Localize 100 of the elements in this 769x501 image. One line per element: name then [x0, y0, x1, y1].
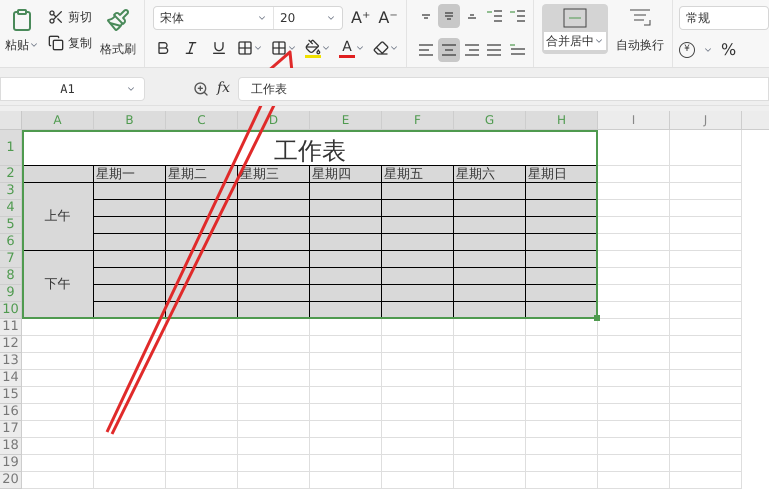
empty-cell[interactable] — [526, 455, 598, 472]
empty-cell[interactable] — [670, 370, 742, 387]
row-header[interactable]: 6 — [0, 234, 22, 251]
column-header[interactable]: H — [526, 111, 598, 130]
empty-cell[interactable] — [526, 404, 598, 421]
row-header[interactable]: 1 — [0, 130, 22, 166]
empty-cell[interactable] — [382, 370, 454, 387]
row-header[interactable]: 19 — [0, 455, 22, 472]
row-header[interactable]: 10 — [0, 302, 22, 319]
empty-cell[interactable] — [526, 472, 598, 489]
name-box[interactable]: A1 — [0, 76, 145, 100]
decrease-font-button[interactable]: A⁻ — [378, 6, 398, 30]
empty-cell[interactable] — [454, 404, 526, 421]
clear-button[interactable] — [373, 40, 399, 56]
empty-cell[interactable] — [670, 319, 742, 336]
empty-cell[interactable] — [670, 404, 742, 421]
empty-cell[interactable] — [166, 387, 238, 404]
row-header[interactable]: 18 — [0, 438, 22, 455]
empty-cell[interactable] — [454, 421, 526, 438]
column-header[interactable]: D — [238, 111, 310, 130]
empty-cell[interactable] — [670, 421, 742, 438]
empty-cell[interactable] — [238, 472, 310, 489]
select-all-corner[interactable] — [0, 111, 22, 130]
empty-cell[interactable] — [670, 438, 742, 455]
empty-cell[interactable] — [454, 438, 526, 455]
empty-cell[interactable] — [670, 268, 742, 285]
row-header[interactable]: 7 — [0, 251, 22, 268]
row-header[interactable]: 2 — [0, 166, 22, 183]
empty-cell[interactable] — [382, 353, 454, 370]
row-header[interactable]: 5 — [0, 217, 22, 234]
empty-cell[interactable] — [670, 336, 742, 353]
empty-cell[interactable] — [94, 472, 166, 489]
empty-cell[interactable] — [526, 438, 598, 455]
column-header[interactable]: F — [382, 111, 454, 130]
empty-cell[interactable] — [238, 336, 310, 353]
empty-cell[interactable] — [670, 285, 742, 302]
cut-button[interactable]: 剪切 — [48, 8, 92, 26]
empty-cell[interactable] — [454, 387, 526, 404]
zoom-icon[interactable] — [193, 80, 209, 96]
empty-cell[interactable] — [454, 336, 526, 353]
empty-cell[interactable] — [166, 353, 238, 370]
wrap-text-button[interactable]: 自动换行 — [616, 4, 664, 54]
empty-cell[interactable] — [310, 370, 382, 387]
empty-cell[interactable] — [310, 387, 382, 404]
empty-cell[interactable] — [94, 404, 166, 421]
empty-cell[interactable] — [94, 353, 166, 370]
empty-cell[interactable] — [670, 302, 742, 319]
empty-cell[interactable] — [670, 251, 742, 268]
font-color-button[interactable]: A — [339, 38, 365, 58]
empty-cell[interactable] — [94, 421, 166, 438]
column-header[interactable]: C — [166, 111, 238, 130]
empty-cell[interactable] — [670, 166, 742, 183]
empty-cell[interactable] — [94, 455, 166, 472]
row-header[interactable]: 12 — [0, 336, 22, 353]
empty-cell[interactable] — [670, 353, 742, 370]
increase-font-button[interactable]: A⁺ — [351, 6, 370, 30]
empty-cell[interactable] — [238, 319, 310, 336]
empty-cell[interactable] — [310, 472, 382, 489]
empty-cell[interactable] — [310, 404, 382, 421]
empty-cell[interactable] — [526, 370, 598, 387]
empty-cell[interactable] — [238, 370, 310, 387]
empty-cell[interactable] — [526, 336, 598, 353]
row-header[interactable]: 11 — [0, 319, 22, 336]
alignment-button[interactable] — [438, 38, 460, 62]
empty-cell[interactable] — [670, 183, 742, 200]
empty-cell[interactable] — [454, 353, 526, 370]
empty-cell[interactable] — [310, 421, 382, 438]
empty-cell[interactable] — [166, 370, 238, 387]
row-header[interactable]: 20 — [0, 472, 22, 489]
empty-cell[interactable] — [454, 455, 526, 472]
empty-cell[interactable] — [670, 200, 742, 217]
formula-field[interactable]: 工作表 — [238, 76, 769, 100]
empty-cell[interactable] — [598, 130, 670, 166]
empty-cell[interactable] — [598, 353, 670, 370]
empty-cell[interactable] — [598, 370, 670, 387]
empty-cell[interactable] — [598, 455, 670, 472]
row-header[interactable]: 8 — [0, 268, 22, 285]
empty-cell[interactable] — [310, 353, 382, 370]
empty-cell[interactable] — [94, 319, 166, 336]
empty-cell[interactable] — [454, 319, 526, 336]
empty-cell[interactable] — [598, 336, 670, 353]
row-header[interactable]: 15 — [0, 387, 22, 404]
empty-cell[interactable] — [166, 404, 238, 421]
empty-cell[interactable] — [454, 370, 526, 387]
empty-cell[interactable] — [670, 217, 742, 234]
empty-cell[interactable] — [94, 438, 166, 455]
empty-cell[interactable] — [238, 387, 310, 404]
empty-cell[interactable] — [94, 387, 166, 404]
merge-center-button[interactable]: 合并居中 — [542, 4, 608, 54]
empty-cell[interactable] — [94, 370, 166, 387]
empty-cell[interactable] — [166, 336, 238, 353]
empty-cell[interactable] — [382, 336, 454, 353]
row-header[interactable]: 4 — [0, 200, 22, 217]
empty-cell[interactable] — [238, 404, 310, 421]
paste-button[interactable]: 粘贴 — [4, 4, 40, 67]
number-format-field[interactable]: 常规 — [679, 6, 769, 30]
empty-cell[interactable] — [310, 438, 382, 455]
empty-cell[interactable] — [454, 472, 526, 489]
empty-cell[interactable] — [238, 438, 310, 455]
row-header[interactable]: 9 — [0, 285, 22, 302]
